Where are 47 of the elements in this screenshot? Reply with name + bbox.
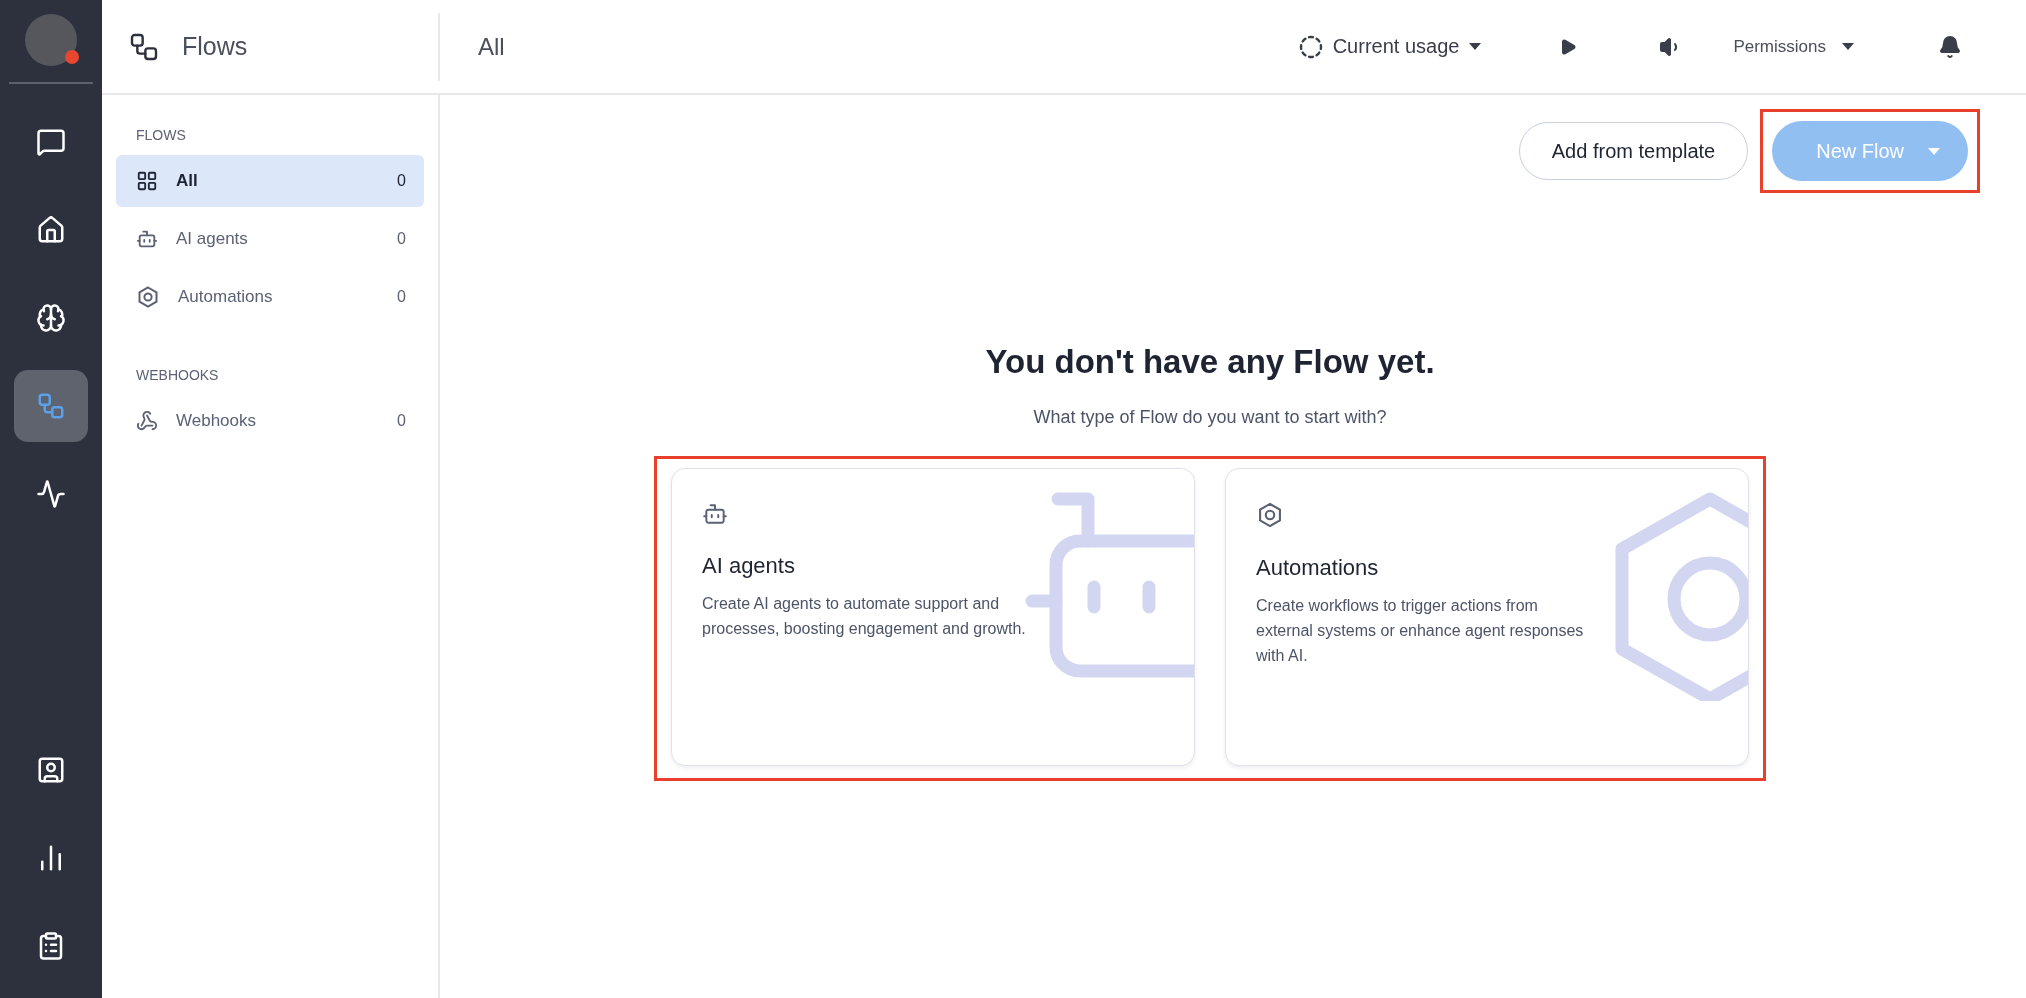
- usage-dropdown[interactable]: Current usage: [1294, 30, 1486, 63]
- empty-state-title: You don't have any Flow yet.: [985, 343, 1435, 381]
- permissions-dropdown[interactable]: Permissions: [1729, 32, 1858, 61]
- card-description: Create workflows to trigger actions from external systems or enhance agent responses with AI.: [1256, 596, 1585, 666]
- caret-icon: [1842, 43, 1854, 50]
- status-dot: [65, 50, 79, 64]
- card-title: Automations: [1256, 555, 1380, 581]
- flow-type-card[interactable]: Automations Create workflows to trigger actions from external systems or enhance agent responses with AI.: [1225, 468, 1749, 766]
- item-label: Automations: [178, 287, 274, 307]
- section-heading: WEBHOOKS: [135, 367, 220, 383]
- empty-state-subtitle: What type of Flow do you want to start with?: [1033, 407, 1387, 428]
- webhook-icon: [136, 410, 158, 432]
- play-icon: [1559, 37, 1578, 56]
- sidebar-item[interactable]: Automations 0: [116, 271, 424, 323]
- caret-icon: [1928, 147, 1940, 155]
- item-label: All: [176, 171, 199, 191]
- usage-ring-icon: [1298, 34, 1323, 59]
- item-label: Webhooks: [176, 411, 257, 431]
- page-title: All: [478, 32, 505, 61]
- robot-icon: [702, 501, 728, 527]
- sidebar-item[interactable]: AI agents 0: [116, 213, 424, 265]
- robot-icon: [136, 228, 158, 250]
- flow-type-card[interactable]: AI agents Create AI agents to automate support and processes, boosting engagement and growth.: [671, 468, 1195, 766]
- item-label: AI agents: [176, 229, 249, 249]
- brain-icon: [36, 303, 66, 333]
- item-count: 0: [397, 230, 406, 248]
- avatar[interactable]: [25, 14, 77, 66]
- caret-icon: [1469, 43, 1482, 50]
- bell-icon: [1938, 34, 1962, 59]
- hexagon-icon: [1256, 501, 1284, 529]
- hexagon-icon: [136, 285, 160, 309]
- chat-icon: [36, 127, 66, 157]
- item-count: 0: [397, 412, 406, 430]
- contact-card-icon: [36, 755, 66, 785]
- item-count: 0: [397, 172, 406, 190]
- grid-icon: [136, 170, 158, 192]
- sidebar-item[interactable]: All 0: [116, 155, 424, 207]
- card-description: Create AI agents to automate support and processes, boosting engagement and growth.: [702, 594, 1027, 639]
- home-icon: [36, 215, 66, 245]
- item-count: 0: [397, 288, 406, 306]
- section-heading: FLOWS: [135, 127, 187, 143]
- card-title: AI agents: [702, 553, 796, 579]
- section-title: Flows: [182, 32, 248, 61]
- sidebar-item[interactable]: Webhooks 0: [116, 395, 424, 447]
- pulse-icon: [36, 479, 66, 509]
- flow-icon: [36, 391, 66, 421]
- add-from-template-button[interactable]: Add from template: [1518, 122, 1749, 180]
